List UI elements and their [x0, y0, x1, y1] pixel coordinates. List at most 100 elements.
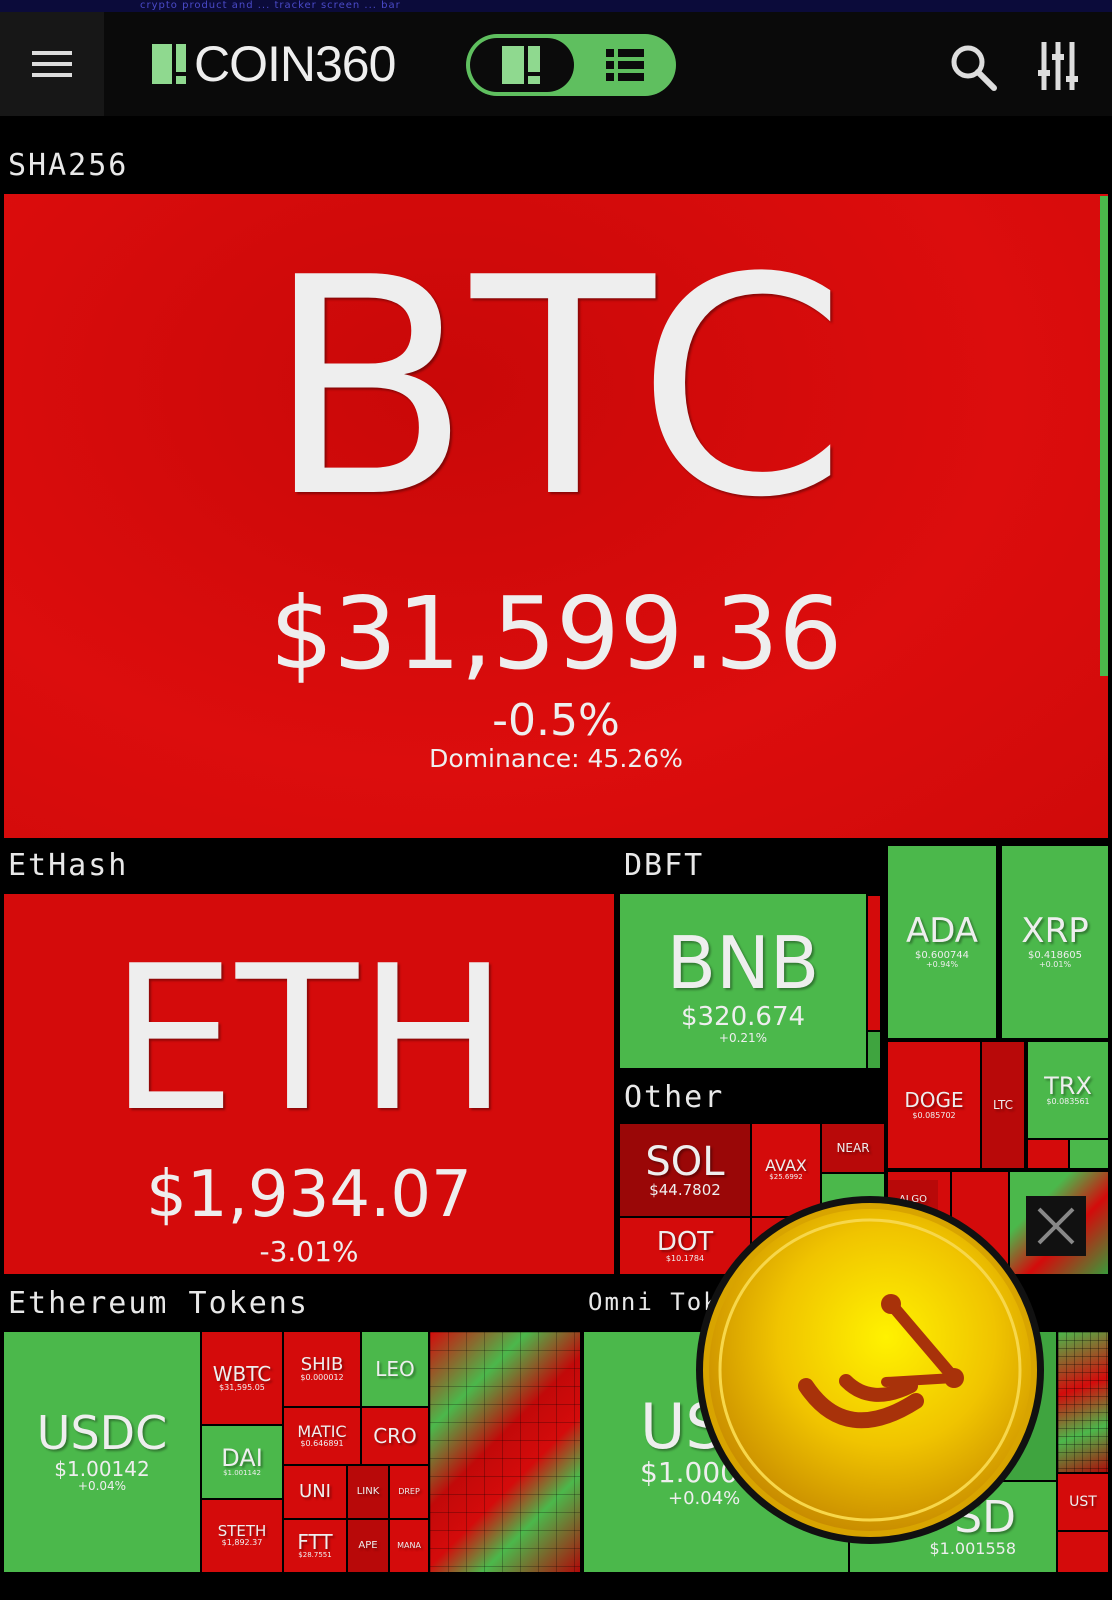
coin-tile-mana[interactable]: MANA — [390, 1520, 428, 1572]
coin-tile-ust[interactable]: UST — [1058, 1474, 1108, 1530]
coin-price: $0.000012 — [300, 1372, 344, 1382]
coin-symbol: BTC — [265, 214, 847, 564]
coin-tile-usdc[interactable]: USDC $1.00142 +0.04% — [4, 1332, 200, 1572]
coin-tile-bnb[interactable]: BNB $320.674 +0.21% — [620, 894, 866, 1068]
coin-tile-uni[interactable]: UNI — [284, 1466, 346, 1518]
coin-symbol: AVAX — [765, 1156, 807, 1176]
coin-price: $1,934.07 — [146, 1158, 472, 1233]
hamburger-menu-icon — [32, 51, 72, 77]
coin-symbol: LINK — [356, 1486, 380, 1497]
coin-symbol: LEO — [375, 1357, 415, 1381]
coin-tile-leo[interactable]: LEO — [362, 1332, 428, 1406]
coin-tile-eth[interactable]: ETH $1,934.07 -3.01% — [4, 894, 614, 1274]
small-tile[interactable] — [1058, 1532, 1108, 1572]
floating-promo-button[interactable] — [696, 1196, 1044, 1544]
section-label-other: Other — [624, 1080, 725, 1115]
coin-change: +0.21% — [718, 1030, 768, 1045]
coin-tile-dai[interactable]: DAI $1.001142 — [202, 1426, 282, 1498]
coin-symbol: SOL — [645, 1138, 725, 1185]
coin-symbol: UNI — [299, 1481, 331, 1502]
coin-tile-ltc[interactable]: LTC — [982, 1042, 1024, 1168]
small-tile[interactable] — [1100, 196, 1108, 676]
coin-price: $28.7551 — [298, 1551, 332, 1560]
sliders-icon — [1038, 42, 1078, 90]
small-tile[interactable] — [868, 896, 880, 1030]
small-tile[interactable] — [1070, 1140, 1108, 1168]
coin-symbol: XRP — [1021, 911, 1089, 952]
treemap-view-icon — [502, 46, 540, 84]
section-label-dbft: DBFT — [624, 848, 705, 883]
coin-change: +0.01% — [1038, 960, 1072, 970]
coin-dominance: Dominance: 45.26% — [429, 744, 683, 774]
coin-price: $1.00142 — [54, 1457, 150, 1482]
top-banner: crypto product and ... tracker screen ..… — [0, 0, 1112, 12]
logo[interactable]: COIN360 — [152, 36, 396, 92]
header-bar: COIN360 — [0, 12, 1112, 116]
coin-symbol: ADA — [905, 911, 979, 952]
coin-symbol: DOGE — [904, 1087, 964, 1112]
coin-price: $25.6992 — [769, 1173, 803, 1182]
coin-price: $0.646891 — [300, 1438, 344, 1448]
section-label-sha256: SHA256 — [8, 148, 129, 183]
coin-symbol: LTC — [992, 1098, 1014, 1112]
coin-symbol: DREP — [398, 1487, 420, 1496]
coin-symbol: UST — [1069, 1494, 1097, 1510]
coin-tile-cro[interactable]: CRO — [362, 1408, 428, 1464]
coin-symbol: SHIB — [300, 1353, 344, 1375]
coin-price: $1,892.37 — [221, 1538, 263, 1548]
coin-promo-icon — [703, 1203, 1037, 1537]
coin-tile-btc[interactable]: BTC $31,599.36 -0.5% Dominance: 45.26% — [4, 194, 1108, 838]
coin-tile-near[interactable]: NEAR — [822, 1124, 884, 1172]
logo-text: COIN360 — [194, 36, 396, 92]
coin-tile-ftt[interactable]: FTT $28.7551 — [284, 1520, 346, 1572]
coin-change: -3.01% — [259, 1234, 359, 1268]
menu-button[interactable] — [0, 12, 104, 116]
coin-symbol: STETH — [217, 1522, 267, 1541]
coin-symbol: MATIC — [297, 1421, 347, 1441]
coin-tile-ada[interactable]: ADA $0.600744 +0.94% — [888, 846, 996, 1038]
coin-price: $0.083561 — [1046, 1096, 1090, 1106]
view-toggle[interactable] — [466, 34, 676, 96]
coin-price: $31,599.36 — [269, 575, 843, 693]
coin-symbol: CRO — [373, 1424, 417, 1448]
list-view-icon — [606, 49, 644, 81]
coin-price: $320.674 — [680, 1002, 806, 1033]
list-view-button[interactable] — [578, 38, 672, 92]
top-banner-text: crypto product and ... tracker screen ..… — [140, 0, 401, 11]
coin-tile-xrp[interactable]: XRP $0.418605 +0.01% — [1002, 846, 1108, 1038]
coin-symbol: MANA — [397, 1541, 421, 1550]
coin-tile-wbtc[interactable]: WBTC $31,595.05 — [202, 1332, 282, 1424]
coin-symbol: USDC — [36, 1406, 168, 1461]
coin-symbol: TRX — [1044, 1071, 1092, 1100]
small-tiles-cluster[interactable] — [430, 1332, 580, 1572]
coin-symbol: ETH — [109, 923, 509, 1157]
coin-symbol: DAI — [221, 1444, 263, 1473]
coin-tile-doge[interactable]: DOGE $0.085702 — [888, 1042, 980, 1168]
small-tile[interactable] — [868, 1032, 880, 1068]
section-label-eth-tokens: Ethereum Tokens — [8, 1286, 309, 1321]
coin-symbol: WBTC — [212, 1361, 272, 1386]
coin-tile-trx[interactable]: TRX $0.083561 — [1028, 1042, 1108, 1138]
coin-tile-drep[interactable]: DREP — [390, 1466, 428, 1518]
coin-symbol: BNB — [666, 921, 820, 1006]
section-label-ethash: EtHash — [8, 848, 129, 883]
coin-price: $31,595.05 — [219, 1382, 265, 1392]
coin-tile-ape[interactable]: APE — [348, 1520, 388, 1572]
small-tiles-cluster[interactable] — [1058, 1332, 1108, 1472]
coin-tile-matic[interactable]: MATIC $0.646891 — [284, 1408, 360, 1464]
coin-symbol: FTT — [297, 1530, 333, 1555]
coin-change: +0.04% — [77, 1479, 127, 1494]
coin-tile-shib[interactable]: SHIB $0.000012 — [284, 1332, 360, 1406]
coin-price: $1.001142 — [223, 1469, 261, 1478]
coin-tile-steth[interactable]: STETH $1,892.37 — [202, 1500, 282, 1572]
coin-price: $0.085702 — [912, 1110, 956, 1120]
filters-button[interactable] — [1038, 40, 1082, 94]
coin-change: -0.5% — [492, 695, 620, 747]
search-icon — [951, 45, 997, 91]
search-button[interactable] — [948, 42, 1000, 94]
treemap-view-button[interactable] — [470, 38, 574, 92]
small-tile[interactable] — [1028, 1140, 1068, 1168]
logo-mark-icon — [152, 44, 186, 84]
coin-tile-link[interactable]: LINK — [348, 1466, 388, 1518]
coin-symbol: NEAR — [836, 1141, 870, 1155]
